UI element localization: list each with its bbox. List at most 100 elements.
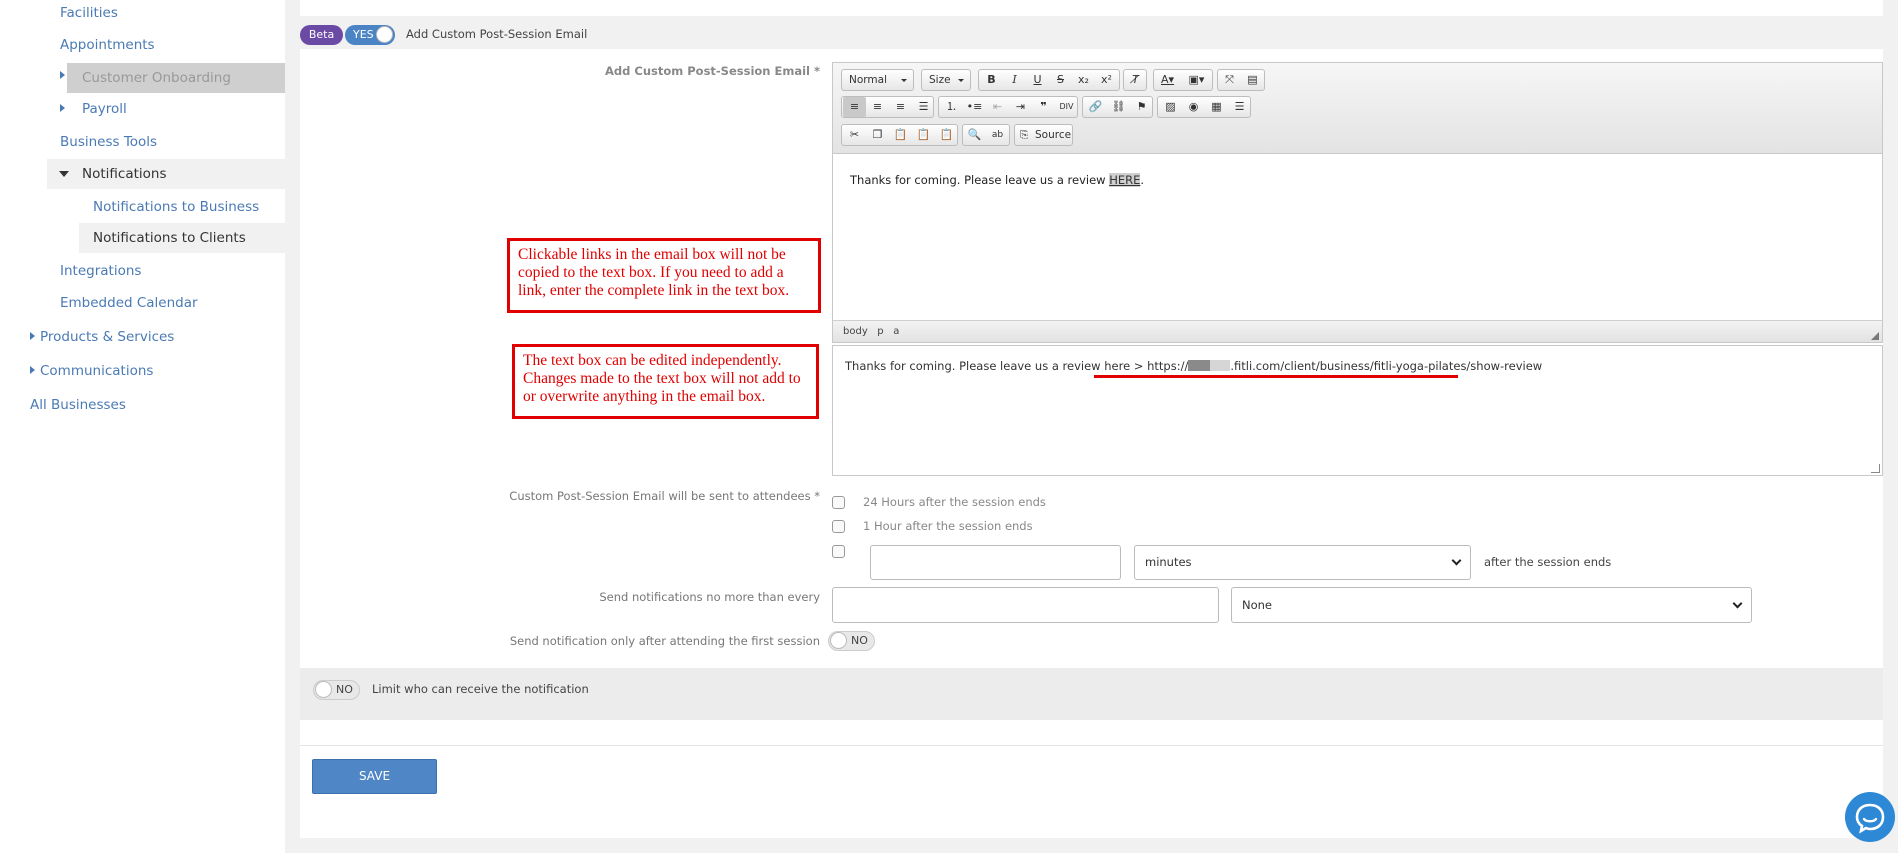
sidebar-item-facilities[interactable]: Facilities — [60, 4, 118, 22]
url-prefix: https:// — [1147, 359, 1189, 373]
top-panel — [300, 0, 1883, 16]
sidebar-item-products-services[interactable]: Products & Services — [40, 328, 174, 346]
indent-icon[interactable]: ⇥ — [1009, 97, 1032, 117]
option-1-hour-label: 1 Hour after the session ends — [863, 519, 1033, 533]
editor-content[interactable]: Thanks for coming. Please leave us a rev… — [833, 155, 1882, 322]
align-left-icon[interactable]: ≡ — [843, 97, 866, 117]
editor-paragraph: Thanks for coming. Please leave us a rev… — [850, 173, 1144, 187]
rich-text-editor[interactable]: Normal Size B I U S x₂ x² T̸ A▾ ▣▾ ⤧ ▤ ≡… — [832, 62, 1883, 343]
sidebar-item-appointments[interactable]: Appointments — [60, 36, 155, 54]
toggle-knob — [376, 26, 393, 43]
paste-word-icon[interactable]: 📋 — [935, 125, 958, 145]
redacted-block — [1188, 360, 1211, 371]
sidebar-item-notifications-to-business[interactable]: Notifications to Business — [93, 198, 259, 216]
superscript-icon[interactable]: x² — [1095, 70, 1118, 90]
sidebar-item-notifications-to-clients[interactable]: Notifications to Clients — [79, 223, 285, 253]
paste-icon[interactable]: 📋 — [889, 125, 912, 145]
blockquote-icon[interactable]: ❞ — [1032, 97, 1055, 117]
image-icon[interactable]: ▨ — [1159, 97, 1182, 117]
paste-text-icon[interactable]: 📋 — [912, 125, 935, 145]
align-right-icon[interactable]: ≡ — [889, 97, 912, 117]
option-24-hours-label: 24 Hours after the session ends — [863, 495, 1046, 509]
schedule-label: Custom Post-Session Email will be sent t… — [509, 489, 820, 503]
custom-time-input[interactable] — [870, 545, 1121, 580]
sidebar-item-customer-onboarding[interactable]: Customer Onboarding — [60, 63, 285, 93]
custom-email-toggle[interactable]: YES — [345, 25, 395, 45]
find-icon[interactable]: 🔍 — [963, 125, 986, 145]
format-combo[interactable]: Normal — [841, 69, 914, 91]
show-blocks-icon[interactable]: ▤ — [1241, 70, 1264, 90]
option-custom-checkbox[interactable] — [832, 545, 845, 558]
remove-format-icon[interactable]: T̸ — [1124, 70, 1147, 90]
toolbar-group-find: 🔍 ab — [962, 124, 1010, 146]
frequency-label: Send notifications no more than every — [599, 590, 820, 604]
copy-icon[interactable]: ❐ — [866, 125, 889, 145]
limit-toggle[interactable]: NO — [313, 680, 360, 700]
path-p[interactable]: p — [877, 326, 883, 337]
anchor-flag-icon[interactable]: ⚑ — [1130, 97, 1153, 117]
italic-icon[interactable]: I — [1003, 70, 1026, 90]
beta-badge: Beta — [300, 25, 343, 45]
callout-links-note: Clickable links in the email box will no… — [507, 238, 821, 313]
path-a[interactable]: a — [893, 326, 899, 337]
resize-handle-icon[interactable] — [1871, 464, 1880, 473]
maximize-icon[interactable]: ⤧ — [1218, 70, 1241, 90]
background-color-icon[interactable]: ▣▾ — [1185, 70, 1208, 90]
callout-textbox-note: The text box can be edited independently… — [512, 344, 819, 419]
time-unit-select[interactable]: minutes — [1134, 545, 1471, 580]
align-center-icon[interactable]: ≡ — [866, 97, 889, 117]
outdent-icon[interactable]: ⇤ — [986, 97, 1009, 117]
sidebar-item-embedded-calendar[interactable]: Embedded Calendar — [60, 294, 198, 312]
source-button[interactable]: ⎘ Source — [1014, 124, 1073, 146]
option-1-hour-checkbox[interactable] — [832, 520, 845, 533]
editor-field-label: Add Custom Post-Session Email * — [605, 64, 820, 78]
sidebar-item-communications[interactable]: Communications — [40, 362, 153, 380]
editor-toolbar: Normal Size B I U S x₂ x² T̸ A▾ ▣▾ ⤧ ▤ ≡… — [833, 63, 1882, 154]
plain-text-box[interactable]: Thanks for coming. Please leave us a rev… — [832, 345, 1883, 476]
bulleted-list-icon[interactable]: •≡ — [963, 97, 986, 117]
bold-icon[interactable]: B — [980, 70, 1003, 90]
unlink-icon[interactable]: ⛓ — [1107, 97, 1130, 117]
numbered-list-icon[interactable]: ⒈ — [940, 97, 963, 117]
first-session-toggle[interactable]: NO — [828, 631, 875, 651]
toolbar-group-clipboard: ✂ ❐ 📋 📋 📋 — [841, 124, 958, 146]
source-label: Source — [1035, 129, 1072, 141]
resize-grip-icon[interactable] — [1871, 332, 1879, 340]
sidebar-item-integrations[interactable]: Integrations — [60, 262, 141, 280]
editor-path-bar: body p a — [833, 320, 1882, 342]
sidebar-item-all-businesses[interactable]: All Businesses — [30, 396, 126, 414]
toolbar-group-clear: T̸ — [1123, 69, 1147, 91]
link-icon[interactable]: 🔗 — [1084, 97, 1107, 117]
flash-icon[interactable]: ◉ — [1182, 97, 1205, 117]
strikethrough-icon[interactable]: S — [1049, 70, 1072, 90]
frequency-input[interactable] — [832, 587, 1219, 623]
sidebar-item-business-tools[interactable]: Business Tools — [60, 133, 157, 151]
horizontal-line-icon[interactable]: ☰ — [1228, 97, 1251, 117]
limit-label: Limit who can receive the notification — [372, 682, 589, 696]
toolbar-group-basic: B I U S x₂ x² — [978, 69, 1120, 91]
editor-link-here[interactable]: HERE — [1109, 173, 1141, 187]
editor-text-end: . — [1140, 173, 1145, 187]
subscript-icon[interactable]: x₂ — [1072, 70, 1095, 90]
sidebar-item-notifications[interactable]: Notifications — [47, 159, 285, 189]
sidebar-item-label: Notifications — [82, 166, 167, 182]
size-combo[interactable]: Size — [921, 69, 971, 91]
frequency-select[interactable]: None — [1231, 587, 1752, 623]
caret-down-icon — [59, 171, 69, 177]
table-icon[interactable]: ▦ — [1205, 97, 1228, 117]
path-body[interactable]: body — [843, 326, 868, 337]
url-highlight-underline — [1094, 375, 1458, 378]
option-24-hours-checkbox[interactable] — [832, 496, 845, 509]
replace-icon[interactable]: ab — [986, 125, 1009, 145]
align-justify-icon[interactable]: ☰ — [912, 97, 935, 117]
underline-icon[interactable]: U — [1026, 70, 1049, 90]
toggle-knob — [830, 632, 847, 649]
toolbar-group-lists: ⒈ •≡ ⇤ ⇥ ❞ DIV — [938, 96, 1078, 118]
sidebar-item-payroll[interactable]: Payroll — [82, 100, 127, 118]
text-color-icon[interactable]: A▾ — [1156, 70, 1179, 90]
url-suffix: .fitli.com/client/business/fitli-yoga-pi… — [1230, 359, 1543, 373]
cut-icon[interactable]: ✂ — [843, 125, 866, 145]
chat-button[interactable] — [1845, 792, 1895, 842]
create-div-icon[interactable]: DIV — [1055, 97, 1078, 117]
save-button[interactable]: SAVE — [312, 759, 437, 794]
